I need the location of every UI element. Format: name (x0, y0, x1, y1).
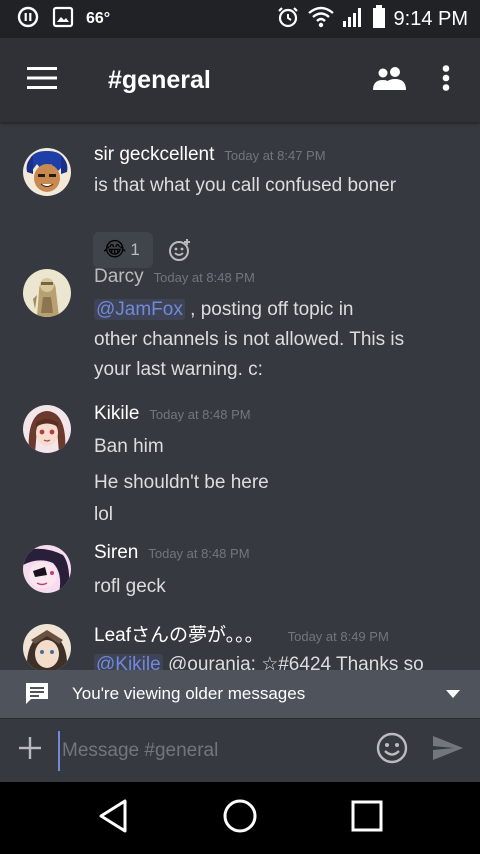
recents-square-icon (351, 800, 383, 837)
message-text: Ban him (94, 436, 164, 457)
avatar[interactable] (23, 148, 71, 196)
smiley-icon (376, 732, 408, 769)
battery-icon (372, 4, 386, 34)
temperature-text: 66° (86, 10, 111, 27)
wifi-icon (307, 6, 334, 33)
avatar[interactable] (23, 624, 71, 670)
message-text: @Kikile @ourania: ☆#6424 Thanks so (94, 650, 460, 670)
message-timestamp: Today at 8:48 PM (148, 546, 250, 561)
back-button[interactable] (83, 788, 143, 848)
message-text: is that what you call confused boner (94, 175, 397, 196)
status-bar: 66° 9:14 PM (0, 0, 480, 38)
message-author[interactable]: Darcy Today at 8:48 PM (94, 266, 255, 288)
signal-icon (342, 6, 364, 33)
clock-time: 9:14 PM (393, 7, 468, 30)
message-timestamp: Today at 8:49 PM (287, 629, 389, 644)
message-composer (0, 718, 480, 782)
message-timestamp: Today at 8:47 PM (224, 148, 326, 163)
system-nav-bar (0, 782, 480, 854)
media-status-icon (16, 5, 40, 34)
chat-bubble-icon (24, 681, 50, 707)
message-author[interactable]: Siren Today at 8:48 PM (94, 542, 250, 564)
home-button[interactable] (210, 788, 270, 848)
avatar[interactable] (23, 545, 71, 593)
older-messages-text: You're viewing older messages (72, 684, 306, 703)
avatar[interactable] (23, 269, 71, 317)
message-text: He shouldn't be here (94, 472, 269, 493)
message-list[interactable]: sir geckcellent Today at 8:47 PM is that … (0, 122, 480, 670)
reaction-chip[interactable]: 😂 1 (93, 232, 153, 268)
message-input[interactable] (58, 730, 364, 771)
overflow-menu-button[interactable] (418, 52, 474, 108)
plus-icon (18, 736, 42, 765)
add-reaction-button[interactable] (168, 238, 192, 267)
user-mention[interactable]: @Kikile (94, 654, 163, 670)
back-triangle-icon (98, 799, 128, 838)
members-icon (372, 66, 408, 95)
message-author[interactable]: sir geckcellent Today at 8:47 PM (94, 144, 326, 166)
hamburger-icon (27, 66, 57, 94)
more-vertical-icon (442, 64, 450, 96)
jump-to-present-icon[interactable] (446, 690, 460, 698)
app-bar: #general (0, 38, 480, 122)
message-timestamp: Today at 8:48 PM (149, 407, 251, 422)
alarm-icon (276, 5, 300, 34)
app: 66° 9:14 PM #general sir geckcellent Tod… (0, 0, 480, 854)
message-text: other channels is not allowed. This is (94, 329, 405, 350)
menu-button[interactable] (14, 52, 70, 108)
gallery-status-icon (52, 6, 74, 33)
attach-button[interactable] (2, 723, 58, 779)
emoji-picker-button[interactable] (364, 723, 420, 779)
send-button[interactable] (420, 723, 476, 779)
avatar[interactable] (23, 405, 71, 453)
message-timestamp: Today at 8:48 PM (153, 270, 255, 285)
message-text: your last warning. c: (94, 359, 263, 380)
recents-button[interactable] (337, 788, 397, 848)
message-text: @JamFox , posting off topic in (94, 299, 354, 320)
reaction-count: 1 (130, 240, 140, 259)
add-reaction-icon (168, 239, 192, 266)
older-messages-banner[interactable]: You're viewing older messages (0, 670, 480, 718)
channel-title: #general (108, 65, 211, 94)
members-button[interactable] (362, 52, 418, 108)
message-author[interactable]: Leafさんの夢が。。。 Today at 8:49 PM (94, 620, 389, 647)
user-mention[interactable]: @JamFox (94, 299, 185, 320)
send-icon (432, 735, 464, 766)
message-text: rofl geck (94, 576, 166, 597)
home-circle-icon (223, 799, 257, 838)
message-text: lol (94, 504, 114, 525)
message-author[interactable]: Kikile Today at 8:48 PM (94, 403, 251, 425)
joy-emoji: 😂 (103, 239, 127, 261)
